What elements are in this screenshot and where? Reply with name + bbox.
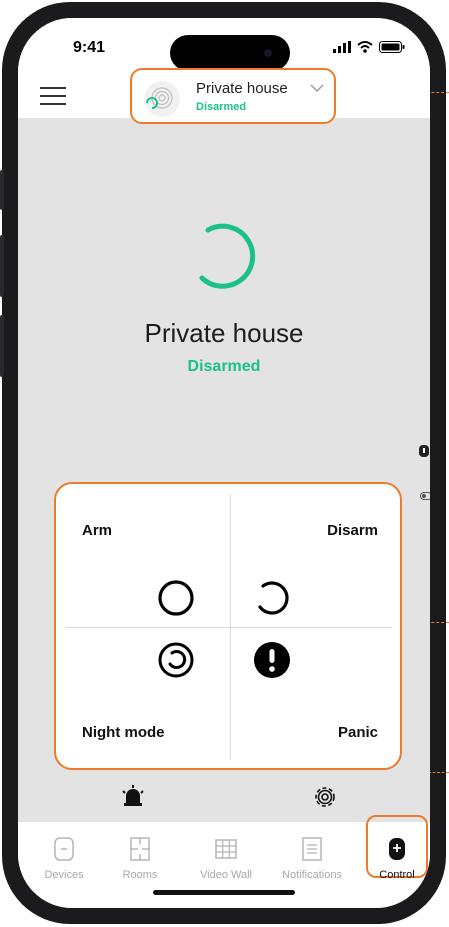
toggle-icon[interactable] [420,492,430,500]
signal-icon [333,41,351,53]
tab-label: Rooms [122,869,158,881]
gear-icon[interactable] [312,784,338,810]
tab-label: Devices [44,869,84,881]
site-name: Private house [196,80,288,97]
phone-volume-up [0,235,4,297]
main-security-status: Disarmed [187,358,261,375]
tab-rooms[interactable]: Rooms [100,836,180,881]
disarm-label: Disarm [327,522,378,539]
chevron-down-icon[interactable] [310,83,324,93]
hamburger-menu-icon[interactable] [40,86,66,106]
bottom-tab-bar: Devices Rooms Video Wall Notifications C… [18,815,430,908]
status-time: 9:41 [73,39,106,56]
panic-button[interactable]: Panic [230,628,400,768]
tab-label: Control [379,869,415,881]
tab-control[interactable]: Control [357,836,430,881]
room-icon [130,837,150,861]
tab-video-wall[interactable]: Video Wall [186,836,266,881]
night-mode-icon [158,642,194,678]
phone-volume-down [0,315,4,377]
arm-label: Arm [82,522,113,539]
site-avatar [144,81,180,117]
tab-label: Video Wall [200,869,252,881]
tab-devices[interactable]: Devices [24,836,104,881]
disarm-button[interactable]: Disarm [230,484,400,626]
callout-line-control-tab [428,772,449,773]
grid-icon [215,839,237,859]
night-mode-button[interactable]: Night mode [56,628,228,768]
lock-icon[interactable] [418,444,430,458]
fingerprint-icon [146,87,173,109]
camera-dot [264,49,272,57]
status-icons [333,40,405,54]
security-control-grid: Arm Disarm Night mode Panic [54,482,402,770]
main-site-title: Private house [144,318,304,348]
site-status: Disarmed [196,101,247,113]
notes-icon [302,837,322,861]
alarm-bell-icon[interactable] [120,784,146,810]
panic-label: Panic [337,724,378,741]
circle-outline-icon [158,580,194,616]
wifi-icon [357,41,373,53]
arm-button[interactable]: Arm [56,484,228,626]
tab-label: Notifications [282,869,342,881]
home-indicator [153,890,295,895]
status-ring-icon [199,223,256,289]
screen: 9:41 Private house Disarmed Private hous… [18,18,430,908]
phone-side-button [0,170,4,210]
dynamic-island [170,35,290,71]
control-icon [389,838,405,860]
night-mode-label: Night mode [82,724,165,741]
tab-notifications[interactable]: Notifications [272,836,352,881]
device-icon [54,837,74,861]
circle-open-icon [258,581,289,615]
exclamation-circle-icon [254,642,290,678]
site-selector[interactable]: Private house Disarmed [130,68,336,124]
battery-icon [379,41,405,53]
